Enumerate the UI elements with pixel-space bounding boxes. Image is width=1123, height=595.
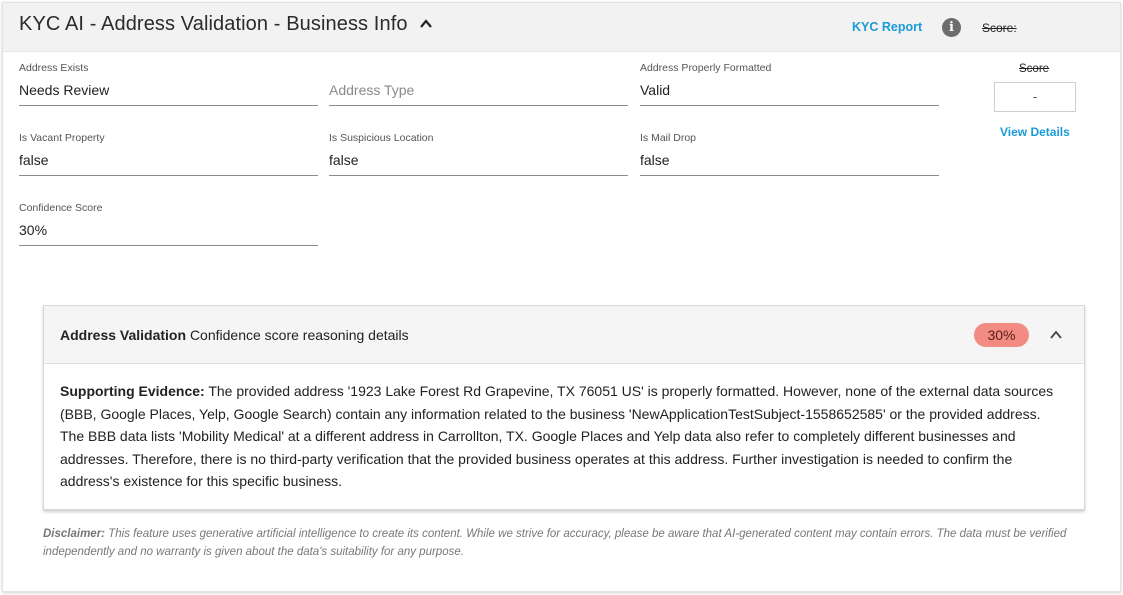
reasoning-panel-title: Address Validation Confidence score reas…: [60, 327, 409, 343]
reasoning-panel-header[interactable]: Address Validation Confidence score reas…: [44, 306, 1084, 364]
chevron-up-icon[interactable]: [1049, 329, 1063, 341]
disclaimer: Disclaimer: This feature uses generative…: [43, 525, 1083, 561]
address-exists-label: Address Exists: [19, 62, 89, 74]
kyc-report-link[interactable]: KYC Report: [852, 20, 922, 34]
score-label: Score: [1019, 63, 1050, 75]
address-exists-value[interactable]: Needs Review: [19, 82, 318, 106]
address-validation-card: KYC AI - Address Validation - Business I…: [2, 2, 1121, 592]
card-header: KYC AI - Address Validation - Business I…: [3, 3, 1120, 52]
address-properly-formatted-label: Address Properly Formatted: [640, 62, 772, 74]
evidence-text: The provided address '1923 Lake Forest R…: [60, 383, 1054, 489]
is-mail-drop-field: Is Mail Drop false: [640, 131, 939, 176]
is-suspicious-location-label: Is Suspicious Location: [329, 132, 434, 144]
is-suspicious-location-field: Is Suspicious Location false: [329, 131, 628, 176]
header-score-label: Score:: [982, 21, 1017, 35]
view-details-link[interactable]: View Details: [1000, 125, 1070, 139]
address-type-field: Address Type: [329, 61, 628, 106]
disclaimer-text: This feature uses generative artificial …: [43, 528, 1067, 558]
address-properly-formatted-value[interactable]: Valid: [640, 82, 939, 106]
address-exists-field: Address Exists Needs Review: [19, 61, 318, 106]
address-type-label-space: [329, 61, 628, 75]
info-icon[interactable]: i: [942, 18, 961, 37]
address-type-input[interactable]: Address Type: [329, 82, 628, 106]
evidence-label: Supporting Evidence:: [60, 383, 205, 399]
reasoning-title-bold: Address Validation: [60, 327, 187, 343]
page-title: KYC AI - Address Validation - Business I…: [19, 13, 408, 35]
confidence-badge: 30%: [974, 323, 1029, 347]
is-mail-drop-label: Is Mail Drop: [640, 132, 697, 144]
confidence-score-label: Confidence Score: [19, 202, 103, 214]
address-properly-formatted-field: Address Properly Formatted Valid: [640, 61, 939, 106]
disclaimer-label: Disclaimer:: [43, 528, 106, 540]
chevron-up-icon[interactable]: [419, 17, 433, 31]
confidence-score-value[interactable]: 30%: [19, 222, 318, 246]
is-vacant-property-field: Is Vacant Property false: [19, 131, 318, 176]
score-value-box: -: [994, 82, 1076, 112]
reasoning-title-rest: Confidence score reasoning details: [189, 327, 409, 343]
reasoning-panel: Address Validation Confidence score reas…: [43, 305, 1085, 510]
supporting-evidence: Supporting Evidence: The provided addres…: [60, 380, 1065, 493]
is-mail-drop-value[interactable]: false: [640, 152, 939, 176]
is-vacant-property-value[interactable]: false: [19, 152, 318, 176]
is-suspicious-location-value[interactable]: false: [329, 152, 628, 176]
is-vacant-property-label: Is Vacant Property: [19, 132, 105, 144]
confidence-score-field: Confidence Score 30%: [19, 201, 318, 246]
